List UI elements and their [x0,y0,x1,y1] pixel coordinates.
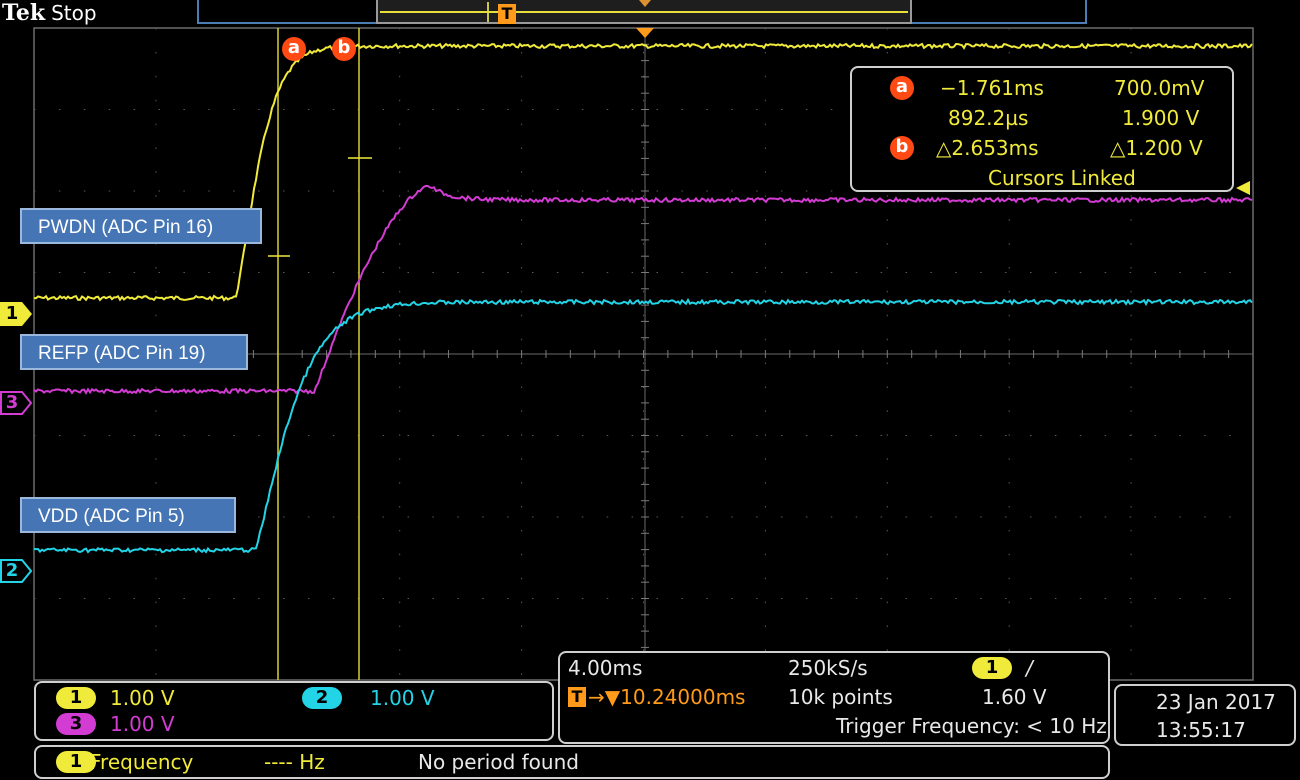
cursor-readout[interactable]: a −1.761ms 700.0mV 892.2µs 1.900 V b △2.… [850,66,1234,192]
datetime-panel: 23 Jan 2017 13:55:17 [1114,684,1296,746]
ch2-scale: 1.00 V [370,686,435,710]
ch1-scale: 1.00 V [110,686,175,710]
vdd-label: VDD (ADC Pin 5) [20,497,236,533]
refp-label: REFP (ADC Pin 19) [20,334,248,370]
trigger-frequency: Trigger Frequency: < 10 Hz [836,714,1107,738]
measurement-value: ---- Hz [264,750,325,774]
measurement-status: No period found [418,750,579,774]
ch3-scale: 1.00 V [110,712,175,736]
date: 23 Jan 2017 [1156,690,1276,714]
cursor-a-readout-badge: a [890,76,914,100]
measurement-panel[interactable]: 1 Frequency ---- Hz No period found [34,745,1110,779]
record-trigger-badge: T [498,4,516,24]
cursor-delta-volt: △1.200 V [1110,136,1203,160]
tek-logo: Tek [2,0,46,26]
cursor-a-badge[interactable]: a [282,37,306,61]
horizontal-trigger-panel[interactable]: 4.00ms 250kS/s 1 / T →▼10.24000ms 10k po… [558,651,1110,744]
cursor-delta-time: △2.653ms [936,136,1039,160]
channel-scale-panel[interactable]: 1 1.00 V 2 1.00 V 3 1.00 V [34,681,554,741]
trigger-source-chip[interactable]: 1 [972,657,1012,679]
ch2-scale-chip[interactable]: 2 [302,687,342,709]
record-view-line [380,11,908,13]
pwdn-label: PWDN (ADC Pin 16) [20,208,262,244]
ch3-ground-marker[interactable]: 3 [0,391,32,415]
time: 13:55:17 [1156,718,1246,742]
cursors-linked-status: Cursors Linked [988,166,1136,190]
time-per-div: 4.00ms [568,656,643,680]
cursor-b-volt: 1.900 V [1122,106,1200,130]
trigger-position: →▼10.24000ms [588,685,746,709]
measurement-name: Frequency [90,750,194,774]
cursor-a-time: −1.761ms [940,76,1044,100]
ch2-ground-marker[interactable]: 2 [0,559,32,583]
cursor-crosshairs [268,157,372,257]
cursor-b-readout-badge: b [890,136,914,160]
cursor-b-badge[interactable]: b [332,37,356,61]
trigger-level: 1.60 V [982,685,1047,709]
brand: Tek Stop [2,0,97,28]
ch3-scale-chip[interactable]: 3 [56,713,96,735]
cursor-b-time: 892.2µs [948,106,1029,130]
trigger-t-icon: T [568,687,586,707]
ch1-ground-marker[interactable]: 1 [0,302,32,326]
sample-rate: 250kS/s [788,656,868,680]
trigger-level-marker[interactable] [1236,181,1250,195]
trigger-slope-icon: / [1026,656,1033,680]
trigger-position-marker[interactable] [636,28,654,38]
record-length: 10k points [788,685,893,709]
cursor-a-volt: 700.0mV [1114,76,1205,100]
acquisition-state: Stop [51,1,97,25]
ch1-scale-chip[interactable]: 1 [56,687,96,709]
